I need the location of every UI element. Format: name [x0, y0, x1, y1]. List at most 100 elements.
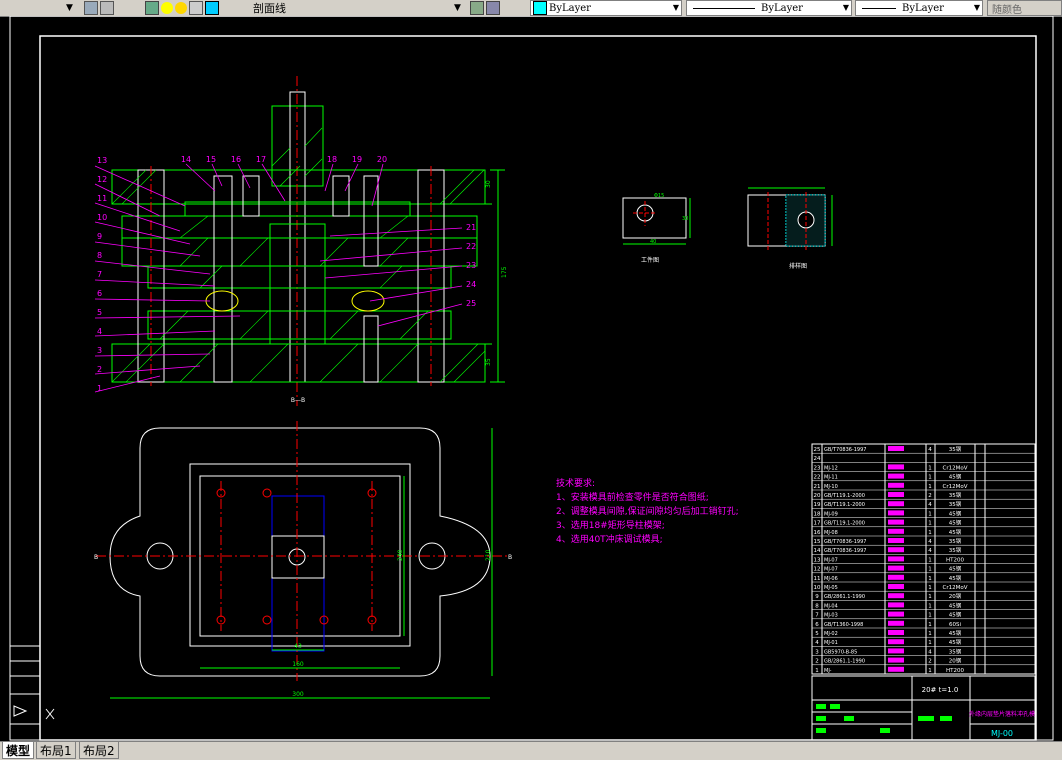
bom-qty: 2	[928, 493, 932, 499]
sun-icon[interactable]	[175, 1, 187, 14]
part-number-label: 6	[97, 289, 102, 298]
bom-code: MJ-09	[824, 511, 838, 517]
bom-material: 45钢	[949, 611, 962, 619]
bom-qty: 1	[928, 585, 932, 591]
bom-name-fill	[888, 482, 904, 488]
bom-code: GB/2861.1-1990	[824, 659, 865, 665]
bom-no: 4	[815, 640, 819, 646]
bulb-icon[interactable]	[161, 1, 173, 14]
bom-name-fill	[888, 519, 904, 525]
plotstyle-select[interactable]: 随颜色	[987, 0, 1062, 16]
bom-name-fill	[888, 593, 904, 599]
bom-qty: 4	[928, 447, 932, 453]
bom-code: GB/T70836-1997	[824, 539, 866, 545]
make-current-icon[interactable]	[470, 0, 484, 15]
bom-row: 3 GB5970-B-85 4 35钢	[815, 647, 961, 655]
bom-material: 35钢	[949, 537, 962, 545]
bom-material: 45钢	[949, 629, 962, 637]
properties-toolbar: ▼ 剖面线 ▼ ByLayer ▼ ByLayer ▼ ByLayer ▼ 随颜…	[0, 0, 1062, 17]
part-number-label: 25	[466, 299, 476, 308]
bom-code: MJ-08	[824, 530, 838, 536]
workpiece-dim-height: 30	[682, 216, 688, 222]
bom-name-fill	[888, 528, 904, 534]
bom-qty: 1	[928, 530, 932, 536]
bom-row: 19 GB/T119.1-2000 4 35钢	[814, 500, 962, 508]
color-swatch-icon	[533, 1, 547, 15]
bom-code: GB/T119.1-2000	[824, 502, 865, 508]
bom-no: 8	[815, 603, 819, 609]
ucs-icon	[13, 705, 55, 720]
bom-code: MJ-12	[824, 465, 838, 471]
bom-qty: 1	[928, 613, 932, 619]
layer-states-icon[interactable]	[84, 0, 98, 15]
tech-requirements: 技术要求: 1、安装模具前检查零件是否符合图纸; 2、调整模具间隙,保证间隙均匀…	[556, 477, 739, 545]
bom-no: 19	[814, 502, 821, 508]
bom-row: 12 MJ-07 1 45钢	[814, 565, 962, 573]
dim-bottom-plate: 35	[485, 358, 492, 366]
bom-row: 20 GB/T119.1-2000 2 35钢	[814, 491, 962, 499]
bom-qty: 1	[928, 557, 932, 563]
bom-row: 21 MJ-10 1 Cr12MoV	[814, 482, 968, 490]
dropdown-arrow-icon[interactable]: ▼	[66, 0, 73, 15]
bom-no: 17	[814, 521, 821, 527]
drawing-canvas[interactable]: 13121110987654321 14 15 16 17 18 19 20 2122232…	[0, 16, 1062, 741]
bom-code: MJ-05	[824, 585, 838, 591]
bom-no: 10	[814, 585, 821, 591]
drawing-frame	[39, 35, 1037, 741]
bom-code: GB5970-B-85	[824, 649, 857, 655]
bom-material: 45钢	[949, 509, 962, 517]
bom-row: 13 MJ-07 1 HT200	[814, 556, 964, 563]
bom-name-fill	[888, 565, 904, 571]
bom-material: 45钢	[949, 528, 962, 536]
bom-name-fill	[888, 611, 904, 617]
bom-no: 20	[814, 493, 821, 499]
layer-dropdown-arrow-icon[interactable]: ▼	[454, 0, 461, 15]
bom-qty: 1	[928, 484, 932, 490]
part-number-label: 16	[231, 155, 241, 164]
part-number-label: 19	[352, 155, 362, 164]
bom-code: MJ-07	[824, 567, 838, 573]
bom-row: 8 MJ-04 1 45钢	[815, 601, 961, 609]
tab-model[interactable]: 模型	[2, 742, 35, 759]
bom-code: MJ-03	[824, 613, 838, 619]
color-square-icon[interactable]	[205, 0, 219, 15]
part-number-label: 24	[466, 280, 476, 289]
lineweight-select[interactable]: ByLayer ▼	[855, 0, 983, 16]
workpiece-label: 工件图	[641, 256, 659, 264]
bom-no: 7	[815, 613, 819, 619]
bom-qty: 4	[928, 539, 932, 545]
bom-code: GB/T119.1-2000	[824, 493, 865, 499]
bom-qty: 1	[928, 465, 932, 471]
lineweight-line	[862, 7, 896, 9]
part-number-label: 5	[97, 308, 102, 317]
bom-frame	[811, 443, 1036, 675]
tech-item: 3、选用18#矩形导柱模架;	[556, 519, 665, 531]
tab-layout1[interactable]: 布局1	[36, 742, 76, 759]
bom-no: 5	[815, 631, 819, 637]
section-view	[111, 76, 505, 406]
bom-no: 9	[815, 594, 819, 600]
bom-no: 1	[815, 668, 819, 674]
bom-qty: 1	[928, 576, 932, 582]
bom-name-fill	[888, 556, 904, 562]
lock-icon[interactable]	[189, 0, 203, 15]
bom-material: 45钢	[949, 565, 962, 573]
layer-manager-icon[interactable]	[145, 0, 159, 15]
part-number-label: 4	[97, 327, 102, 336]
linetype-select[interactable]: ByLayer ▼	[686, 0, 852, 16]
bom-row: 16 MJ-08 1 45钢	[814, 528, 962, 536]
bom-code: MJ-10	[824, 484, 838, 490]
bom-no: 23	[814, 465, 821, 471]
section-label: B—B	[291, 397, 305, 404]
bom-material: 45钢	[949, 638, 962, 646]
title-block-fills	[816, 704, 952, 733]
bom-material: Cr12MoV	[943, 585, 968, 591]
layer-previous-icon[interactable]	[100, 0, 114, 15]
color-select[interactable]: ByLayer ▼	[530, 0, 682, 16]
bom-qty: 2	[928, 659, 932, 665]
bom-no: 18	[814, 511, 821, 517]
tab-layout2[interactable]: 布局2	[79, 742, 119, 759]
bom-row: 4 MJ-01 1 45钢	[815, 638, 961, 646]
layer-match-icon[interactable]	[486, 0, 500, 15]
layer-name-text[interactable]: 剖面线	[253, 0, 286, 16]
